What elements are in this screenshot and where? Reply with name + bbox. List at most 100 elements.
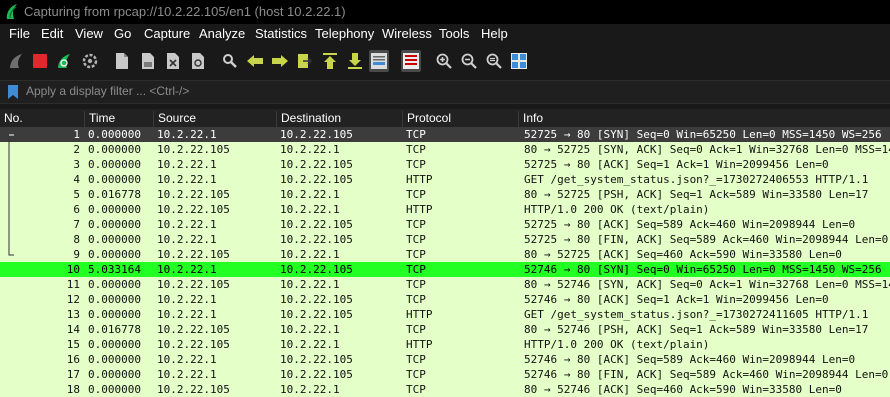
packet-destination: 10.2.22.1 xyxy=(280,338,340,351)
table-row[interactable]: 11 0.000000 10.2.22.105 10.2.22.1 TCP 80 → 52… xyxy=(0,277,890,292)
table-row[interactable]: 15 0.000000 10.2.22.105 10.2.22.1 HTTP HTTP/1… xyxy=(0,337,890,352)
table-row[interactable]: 1 0.000000 10.2.22.1 10.2.22.105 TCP 52725 → … xyxy=(0,127,890,142)
column-header-no[interactable]: No. xyxy=(0,111,88,127)
packet-source: 10.2.22.105 xyxy=(157,278,230,291)
menu-view[interactable]: View xyxy=(75,26,103,41)
main-toolbar xyxy=(0,44,890,78)
open-file-icon[interactable] xyxy=(112,50,132,72)
packet-source: 10.2.22.1 xyxy=(157,233,217,246)
table-row[interactable]: 9 0.000000 10.2.22.105 10.2.22.1 TCP 80 → 527… xyxy=(0,247,890,262)
reload-file-icon[interactable] xyxy=(188,50,208,72)
menu-capture[interactable]: Capture xyxy=(144,26,190,41)
packet-source: 10.2.22.105 xyxy=(157,338,230,351)
menu-go[interactable]: Go xyxy=(114,26,131,41)
table-row[interactable]: 12 0.000000 10.2.22.1 10.2.22.105 TCP 52746 →… xyxy=(0,292,890,307)
menu-edit[interactable]: Edit xyxy=(41,26,63,41)
packet-source: 10.2.22.1 xyxy=(157,218,217,231)
packet-no: 18 xyxy=(66,383,80,396)
packet-source: 10.2.22.1 xyxy=(157,293,217,306)
menu-telephony[interactable]: Telephony xyxy=(315,26,374,41)
packet-info: GET /get_system_status.json?_=1730272411… xyxy=(524,308,869,321)
go-last-icon[interactable] xyxy=(345,50,365,72)
packet-source: 10.2.22.1 xyxy=(157,308,217,321)
table-row[interactable]: 18 0.000000 10.2.22.105 10.2.22.1 TCP 80 → 52… xyxy=(0,382,890,397)
zoom-normal-icon[interactable] xyxy=(484,50,504,72)
table-row[interactable]: 3 0.000000 10.2.22.1 10.2.22.105 TCP 52725 → … xyxy=(0,157,890,172)
menu-wireless[interactable]: Wireless xyxy=(382,26,432,41)
close-file-icon[interactable] xyxy=(163,50,183,72)
table-row[interactable]: 16 0.000000 10.2.22.1 10.2.22.105 TCP 52746 →… xyxy=(0,352,890,367)
table-row[interactable]: 14 0.016778 10.2.22.105 10.2.22.1 TCP 80 → 52… xyxy=(0,322,890,337)
shark-fin-start-icon[interactable] xyxy=(6,50,26,72)
packet-protocol: TCP xyxy=(406,218,426,231)
column-header-protocol[interactable]: Protocol xyxy=(402,111,521,127)
packet-source: 10.2.22.105 xyxy=(157,203,230,216)
menu-help[interactable]: Help xyxy=(481,26,508,41)
menu-file[interactable]: File xyxy=(9,26,30,41)
column-header-info[interactable]: Info xyxy=(518,111,889,127)
packet-time: 0.000000 xyxy=(88,308,141,321)
go-first-icon[interactable] xyxy=(320,50,340,72)
packet-protocol: TCP xyxy=(406,128,426,141)
table-row[interactable]: 10 5.033164 10.2.22.1 10.2.22.105 TCP 52746 →… xyxy=(0,262,890,277)
save-file-icon[interactable] xyxy=(138,50,158,72)
colorize-icon[interactable] xyxy=(401,50,421,72)
table-row[interactable]: 8 0.000000 10.2.22.1 10.2.22.105 TCP 52725 → … xyxy=(0,232,890,247)
find-packet-icon[interactable] xyxy=(220,50,240,72)
table-row[interactable]: 6 0.000000 10.2.22.105 10.2.22.1 HTTP HTTP/1.… xyxy=(0,202,890,217)
packet-source: 10.2.22.105 xyxy=(157,188,230,201)
packet-protocol: TCP xyxy=(406,263,426,276)
resize-columns-icon[interactable] xyxy=(509,50,529,72)
packet-info: 52725 → 80 [FIN, ACK] Seq=589 Ack=460 Wi… xyxy=(524,233,889,246)
packet-info: 52725 → 80 [ACK] Seq=1 Ack=1 Win=2099456… xyxy=(524,158,829,171)
packet-time: 0.000000 xyxy=(88,128,141,141)
packet-protocol: HTTP xyxy=(406,203,433,216)
packet-info: 80 → 52725 [SYN, ACK] Seq=0 Ack=1 Win=32… xyxy=(524,143,890,156)
column-header-destination[interactable]: Destination xyxy=(276,111,405,127)
packet-protocol: TCP xyxy=(406,248,426,261)
packet-info: 52725 → 80 [ACK] Seq=589 Ack=460 Win=209… xyxy=(524,218,856,231)
packet-destination: 10.2.22.1 xyxy=(280,383,340,396)
packet-no: 11 xyxy=(66,278,80,291)
autoscroll-icon[interactable] xyxy=(369,50,389,72)
packet-no: 13 xyxy=(66,308,80,321)
menu-statistics[interactable]: Statistics xyxy=(255,26,307,41)
packet-no: 8 xyxy=(73,233,80,246)
column-header-time[interactable]: Time xyxy=(84,111,157,127)
packet-source: 10.2.22.1 xyxy=(157,128,217,141)
packet-protocol: TCP xyxy=(406,278,426,291)
packet-protocol: TCP xyxy=(406,233,426,246)
packet-info: 80 → 52725 [ACK] Seq=460 Ack=590 Win=335… xyxy=(524,248,842,261)
packet-destination: 10.2.22.105 xyxy=(280,233,353,246)
table-row[interactable]: 4 0.000000 10.2.22.1 10.2.22.105 HTTP GET /ge… xyxy=(0,172,890,187)
bookmark-icon[interactable] xyxy=(8,85,18,99)
packet-info: 52746 → 80 [FIN, ACK] Seq=589 Ack=460 Wi… xyxy=(524,368,889,381)
stop-capture-icon[interactable] xyxy=(30,50,50,72)
packet-destination: 10.2.22.1 xyxy=(280,143,340,156)
table-row[interactable]: 5 0.016778 10.2.22.105 10.2.22.1 TCP 80 → 527… xyxy=(0,187,890,202)
table-row[interactable]: 13 0.000000 10.2.22.1 10.2.22.105 HTTP GET /g… xyxy=(0,307,890,322)
go-back-icon[interactable] xyxy=(245,50,265,72)
packet-source: 10.2.22.105 xyxy=(157,143,230,156)
menu-tools[interactable]: Tools xyxy=(439,26,469,41)
menu-analyze[interactable]: Analyze xyxy=(199,26,245,41)
restart-capture-icon[interactable] xyxy=(54,50,74,72)
table-row[interactable]: 17 0.000000 10.2.22.1 10.2.22.105 TCP 52746 →… xyxy=(0,367,890,382)
zoom-in-icon[interactable] xyxy=(434,50,454,72)
column-header-source[interactable]: Source xyxy=(153,111,279,127)
packet-info: HTTP/1.0 200 OK (text/plain) xyxy=(524,338,710,351)
table-row[interactable]: 2 0.000000 10.2.22.105 10.2.22.1 TCP 80 → 527… xyxy=(0,142,890,157)
table-row[interactable]: 7 0.000000 10.2.22.1 10.2.22.105 TCP 52725 → … xyxy=(0,217,890,232)
packet-protocol: TCP xyxy=(406,323,426,336)
display-filter-input[interactable] xyxy=(22,82,890,100)
packet-no: 16 xyxy=(66,353,80,366)
packet-destination: 10.2.22.105 xyxy=(280,308,353,321)
packet-no: 10 xyxy=(66,263,80,276)
go-forward-icon[interactable] xyxy=(270,50,290,72)
packet-time: 0.000000 xyxy=(88,368,141,381)
go-to-packet-icon[interactable] xyxy=(295,50,315,72)
packet-info: 52725 → 80 [SYN] Seq=0 Win=65250 Len=0 M… xyxy=(524,128,882,141)
zoom-out-icon[interactable] xyxy=(459,50,479,72)
capture-options-icon[interactable] xyxy=(80,50,100,72)
packet-time: 5.033164 xyxy=(88,263,141,276)
